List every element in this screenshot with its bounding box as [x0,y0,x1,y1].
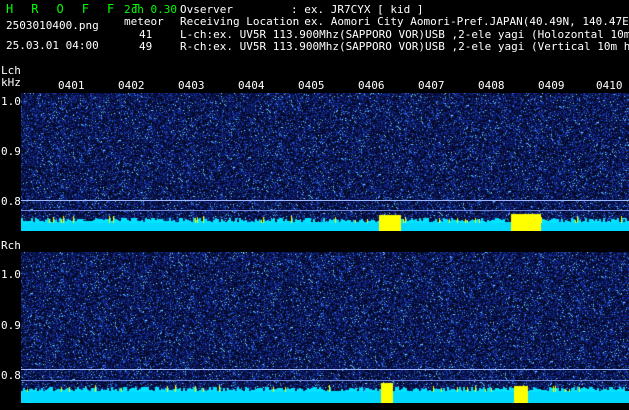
rch-label: Rch [1,239,21,252]
lch-info: L-ch:ex. UV5R 113.900Mhz(SAPPORO VOR)USB… [180,29,629,41]
time-tick: 0406 [358,79,385,92]
time-tick: 0405 [298,79,325,92]
rch-ytick: 1.0 [1,268,21,281]
lch-ytick: 0.9 [1,145,21,158]
lch-reference-line [21,210,629,211]
rch-ytick: 0.8 [1,369,21,382]
time-tick: 0409 [538,79,565,92]
meteor-count-rch: 49 [139,40,153,53]
time-tick: 0408 [478,79,505,92]
lch-unit-label: kHz [1,76,21,89]
time-tick: 0403 [178,79,205,92]
rch-reference-line [21,369,629,370]
time-tick: 0410 [596,79,623,92]
lch-ytick: 1.0 [1,95,21,108]
time-tick: 0407 [418,79,445,92]
rch-reference-line [21,380,629,381]
time-tick: 0402 [118,79,145,92]
lch-ytick: 0.8 [1,195,21,208]
rch-info: R-ch:ex. UV5R 113.900Mhz(SAPPORO VOR)USB… [180,41,629,53]
location-label: Receiving Location [180,15,300,28]
time-tick: 0404 [238,79,265,92]
rch-ytick: 0.9 [1,319,21,332]
datetime: 25.03.01 04:00 [6,39,99,52]
lch-reference-line [21,200,629,201]
time-tick: 0401 [58,79,85,92]
location-value: : ex. Aomori City Aomori-Pref.JAPAN(40.4… [291,15,629,28]
meteor-label: meteor [124,15,164,28]
filename: 2503010400.png [6,19,99,32]
